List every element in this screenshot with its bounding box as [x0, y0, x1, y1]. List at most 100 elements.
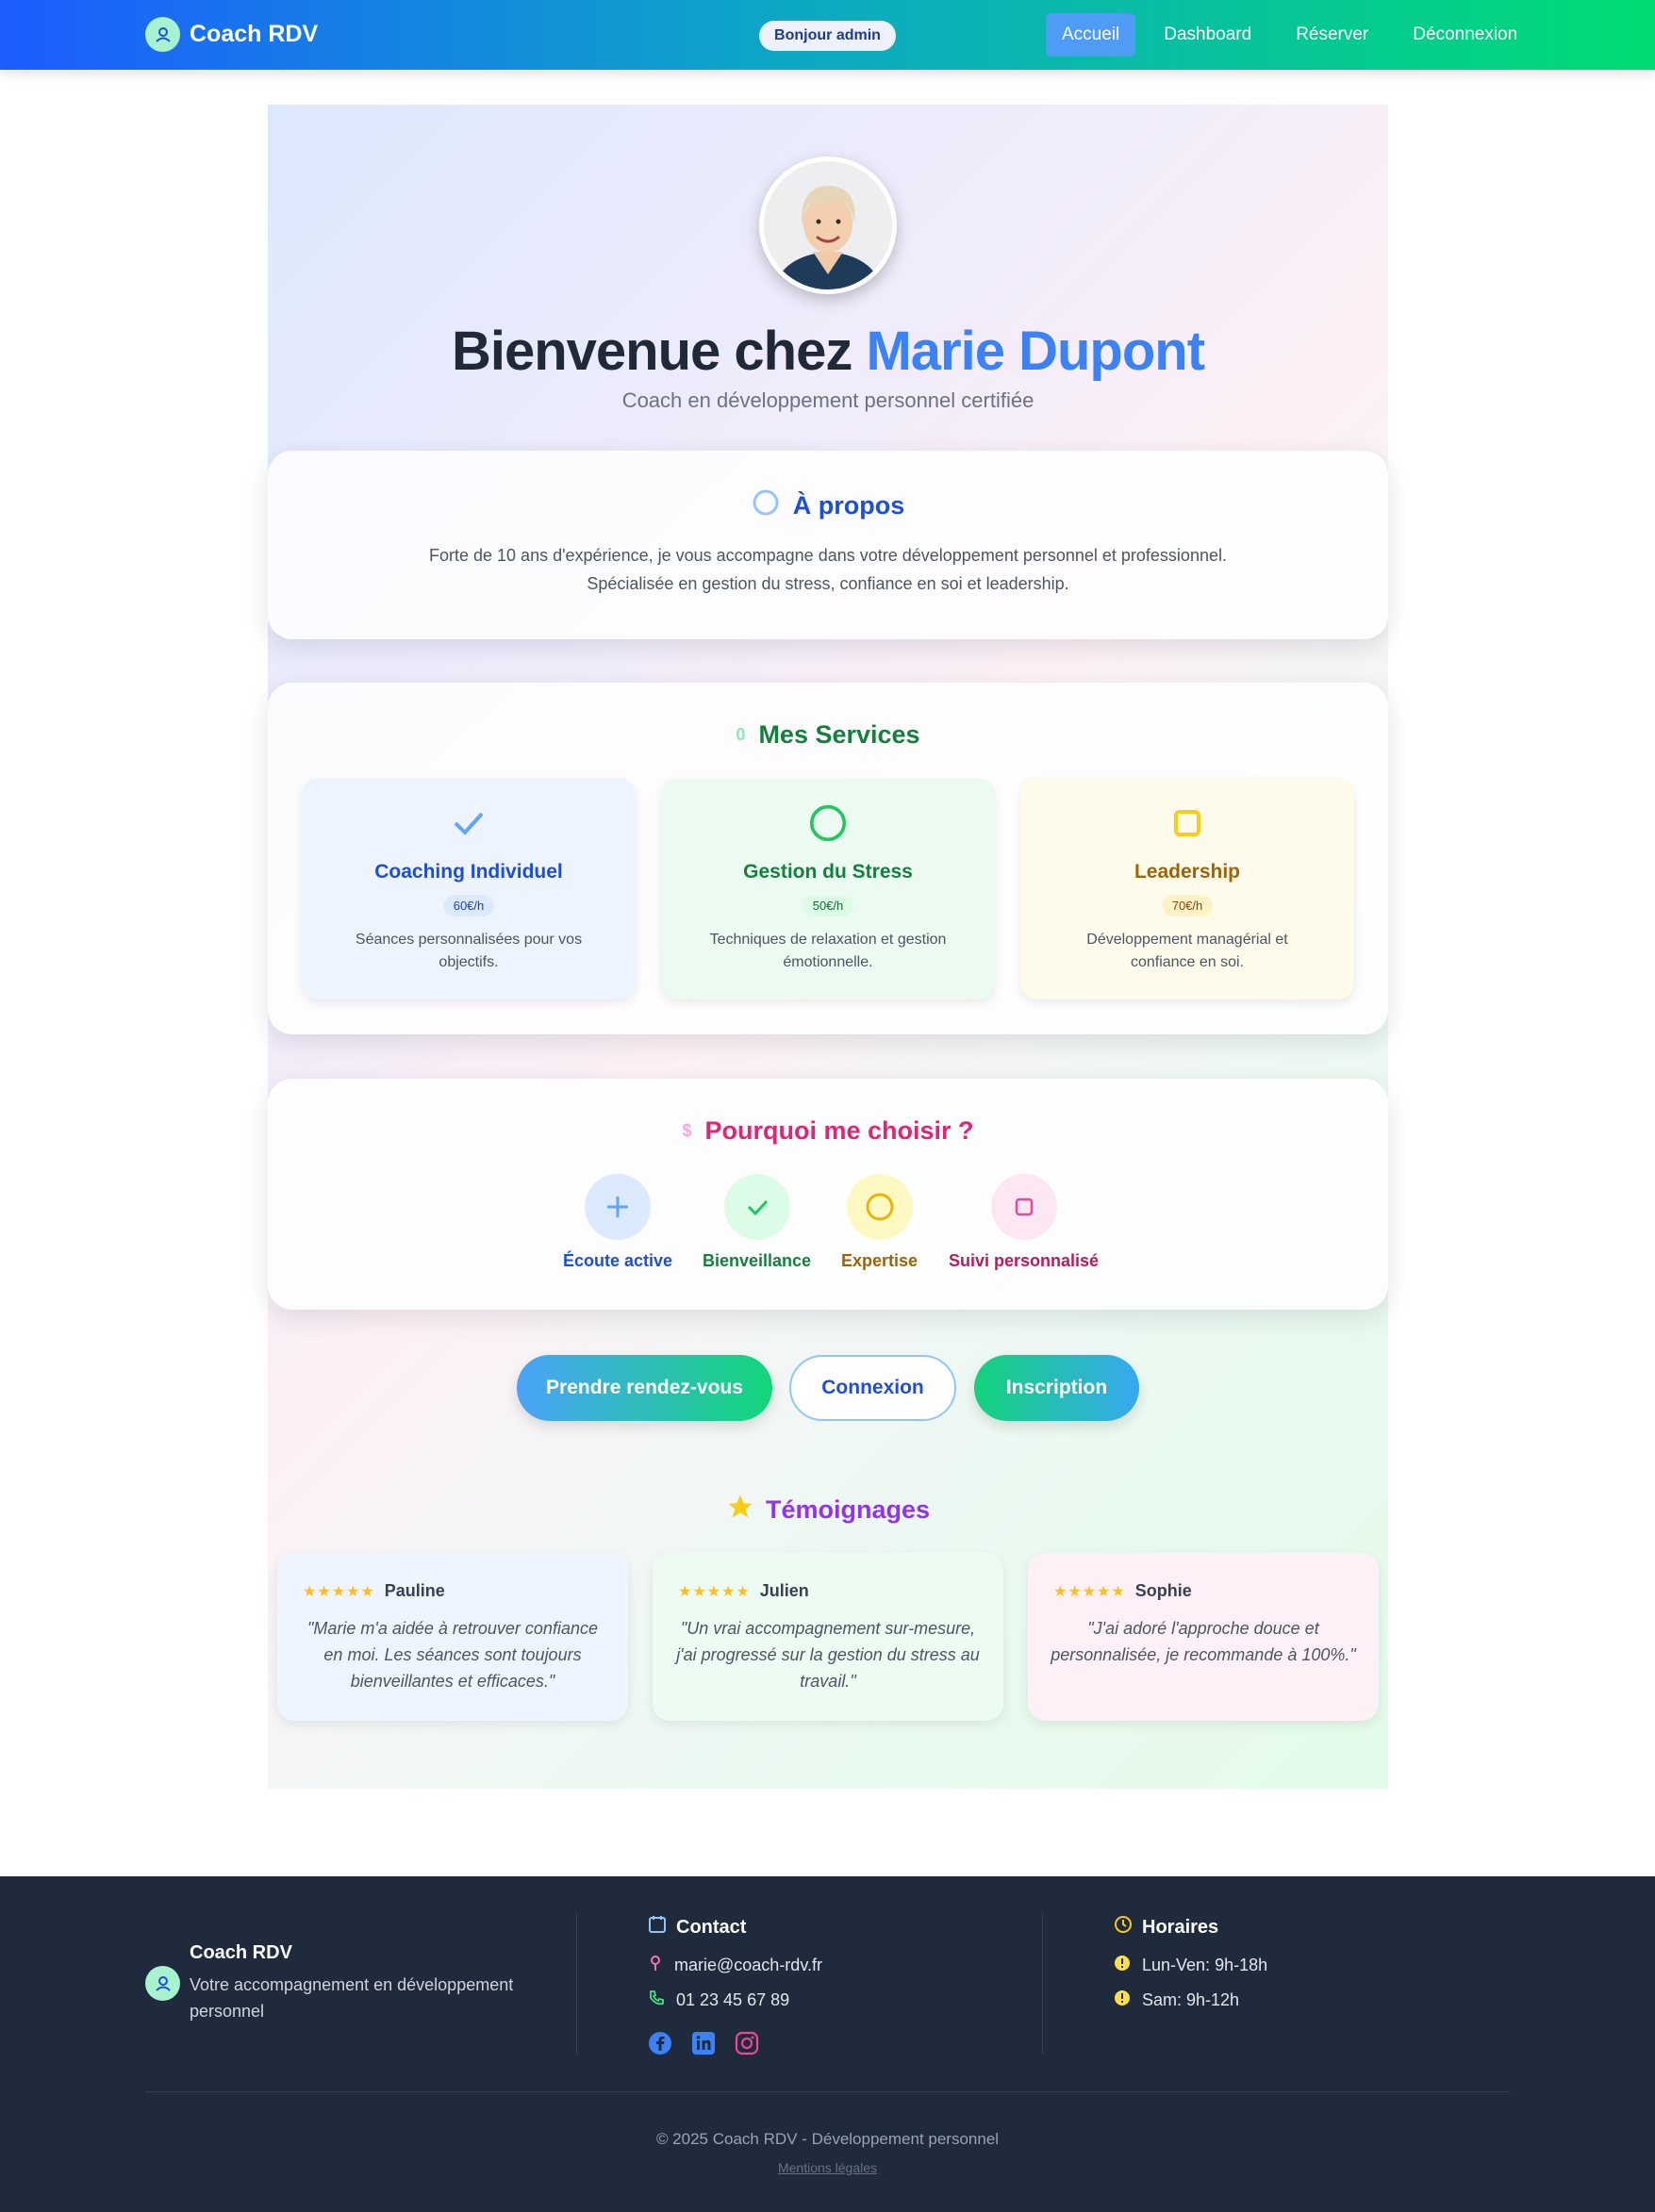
- square-icon: [990, 1174, 1057, 1240]
- check-icon: [723, 1174, 790, 1240]
- email-text: marie@coach-rdv.fr: [674, 1956, 822, 1974]
- why-label: Suivi personnalisé: [949, 1251, 1100, 1270]
- linkedin-icon[interactable]: [691, 2031, 716, 2060]
- rating-stars: ★★★★★: [678, 1583, 751, 1600]
- star-icon: [726, 1493, 754, 1527]
- hours-title: Horaires: [1142, 1916, 1219, 1938]
- nav-link-dashboard[interactable]: Dashboard: [1148, 13, 1267, 57]
- user-icon: [145, 17, 180, 52]
- square-icon: [1168, 804, 1206, 842]
- nav-link-accueil[interactable]: Accueil: [1046, 13, 1136, 57]
- service-price: 60€/h: [443, 895, 494, 916]
- plus-icon: [585, 1174, 652, 1240]
- testimonial-card: ★★★★★ Pauline "Marie m'a aidée à retrouv…: [277, 1553, 628, 1721]
- nav-links: Accueil Dashboard Réserver Déconnexion: [1046, 13, 1546, 57]
- service-desc: Techniques de relaxation et gestion émot…: [709, 932, 947, 970]
- phone-icon: [648, 1989, 665, 2011]
- clock-icon: [1114, 1915, 1133, 1940]
- testimonial-quote: "Un vrai accompagnement sur-mesure, j'ai…: [676, 1619, 980, 1691]
- login-button[interactable]: Connexion: [789, 1355, 956, 1421]
- check-icon: [450, 804, 488, 842]
- footer-separator: [145, 2091, 1510, 2092]
- pin-icon: [648, 1955, 663, 1976]
- services-title: Mes Services: [758, 720, 920, 749]
- copyright: © 2025 Coach RDV - Développement personn…: [655, 2130, 1000, 2148]
- contact-heading: Contact: [648, 1915, 746, 1940]
- testimonial-header: ★★★★★ Sophie: [1053, 1581, 1192, 1601]
- service-price: 70€/h: [1162, 895, 1213, 916]
- service-card-stress[interactable]: Gestion du Stress 50€/h Techniques de re…: [661, 778, 995, 999]
- alert-icon: [1114, 1955, 1131, 1976]
- footer-tagline: Votre accompagnement en développement pe…: [190, 1975, 514, 2021]
- why-item-suivi: Suivi personnalisé: [949, 1174, 1099, 1271]
- rating-stars: ★★★★★: [303, 1583, 375, 1600]
- circle-icon: [846, 1174, 913, 1240]
- hours-saturday: Sam: 9h-12h: [1114, 1989, 1239, 2011]
- book-appointment-button[interactable]: Prendre rendez-vous: [517, 1355, 772, 1421]
- testimonial-author: Julien: [759, 1581, 809, 1600]
- zero-icon: 0: [736, 725, 746, 744]
- calendar-icon: [648, 1915, 667, 1940]
- about-title: À propos: [792, 491, 905, 520]
- footer-brand: Coach RDV: [190, 1942, 292, 1963]
- why-heading: $ Pourquoi me choisir ?: [268, 1116, 1388, 1146]
- why-card: $ Pourquoi me choisir ? Écoute active Bi…: [268, 1079, 1388, 1310]
- why-item-ecoute: Écoute active: [563, 1174, 672, 1271]
- circle-icon: [809, 804, 847, 842]
- hours-weekdays: Lun-Ven: 9h-18h: [1114, 1955, 1267, 1976]
- page-title: Bienvenue chez Marie Dupont: [268, 320, 1388, 383]
- navbar: Coach RDV Bonjour admin Accueil Dashboar…: [0, 0, 1655, 70]
- signup-button[interactable]: Inscription: [974, 1355, 1139, 1421]
- social-links: [648, 2031, 759, 2060]
- why-item-expertise: Expertise: [841, 1174, 918, 1271]
- about-line-1: Forte de 10 ans d'expérience, je vous ac…: [429, 546, 1227, 565]
- testimonial-card: ★★★★★ Sophie "J'ai adoré l'approche douc…: [1028, 1553, 1379, 1721]
- testimonial-author: Pauline: [384, 1581, 445, 1600]
- footer-brand-block: Coach RDV Votre accompagnement en dévelo…: [145, 1942, 548, 2024]
- testimonial-header: ★★★★★ Pauline: [303, 1581, 445, 1601]
- hours-text: Sam: 9h-12h: [1142, 1990, 1240, 2009]
- brand[interactable]: Coach RDV: [145, 17, 318, 52]
- title-prefix: Bienvenue chez: [451, 321, 867, 382]
- nav-link-reserver[interactable]: Réserver: [1280, 13, 1384, 57]
- greeting-badge: Bonjour admin: [759, 21, 896, 51]
- legal-link[interactable]: Mentions légales: [0, 2160, 1655, 2175]
- why-label: Expertise: [841, 1251, 919, 1270]
- testimonial-author: Sophie: [1134, 1581, 1192, 1600]
- testimonials-title: Témoignages: [765, 1495, 931, 1524]
- brand-name: Coach RDV: [190, 21, 319, 47]
- testimonial-header: ★★★★★ Julien: [678, 1581, 809, 1601]
- why-label: Bienveillance: [703, 1251, 812, 1270]
- services-heading: 0 Mes Services: [268, 720, 1388, 750]
- service-card-leadership[interactable]: Leadership 70€/h Développement managéria…: [1020, 778, 1354, 999]
- coach-avatar: [759, 157, 897, 294]
- user-icon: [145, 1966, 180, 2001]
- contact-phone[interactable]: 01 23 45 67 89: [648, 1989, 789, 2011]
- services-card: 0 Mes Services Coaching Individuel 60€/h…: [268, 683, 1388, 1034]
- footer-divider: [576, 1912, 577, 2054]
- coach-name: Marie Dupont: [866, 321, 1205, 382]
- service-price: 50€/h: [803, 895, 853, 916]
- instagram-icon[interactable]: [735, 2031, 759, 2060]
- service-desc: Séances personnalisées pour vos objectif…: [355, 932, 583, 970]
- facebook-icon[interactable]: [648, 2031, 672, 2060]
- hero-subtitle: Coach en développement personnel certifi…: [621, 388, 1034, 412]
- service-title: Leadership: [1134, 861, 1241, 883]
- why-label: Écoute active: [563, 1251, 673, 1270]
- dollar-icon: $: [682, 1121, 692, 1140]
- service-desc: Développement managérial et confiance en…: [1086, 932, 1288, 970]
- testimonials-heading: Témoignages: [268, 1493, 1388, 1527]
- phone-text: 01 23 45 67 89: [676, 1990, 790, 2009]
- service-card-coaching[interactable]: Coaching Individuel 60€/h Séances person…: [302, 778, 636, 999]
- hero-section: Bienvenue chez Marie Dupont Coach en dév…: [268, 105, 1388, 1789]
- nav-link-deconnexion[interactable]: Déconnexion: [1397, 13, 1533, 57]
- why-title: Pourquoi me choisir ?: [704, 1116, 974, 1145]
- about-card: À propos Forte de 10 ans d'expérience, j…: [268, 451, 1388, 639]
- testimonial-card: ★★★★★ Julien "Un vrai accompagnement sur…: [653, 1553, 1003, 1721]
- hours-text: Lun-Ven: 9h-18h: [1142, 1956, 1268, 1974]
- why-item-bienveillance: Bienveillance: [703, 1174, 811, 1271]
- circle-icon: [752, 488, 780, 523]
- about-text: Forte de 10 ans d'expérience, je vous ac…: [268, 541, 1388, 598]
- alert-icon: [1114, 1989, 1131, 2011]
- contact-email[interactable]: marie@coach-rdv.fr: [648, 1955, 822, 1976]
